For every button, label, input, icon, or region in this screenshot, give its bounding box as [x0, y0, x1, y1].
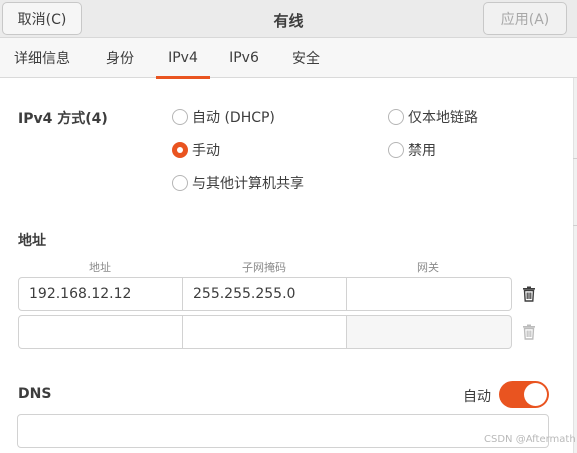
column-header-netmask: 子网掩码	[242, 261, 286, 274]
apply-button[interactable]: 应用(A)	[483, 2, 567, 35]
dns-section-label: DNS	[18, 386, 52, 402]
dns-auto-switch[interactable]	[499, 381, 549, 408]
column-header-address: 地址	[89, 261, 111, 274]
header-bar: 取消(C) 有线 应用(A)	[0, 0, 577, 38]
ipv4-method-label: IPv4 方式(4)	[18, 111, 108, 127]
trash-icon	[523, 286, 535, 302]
address-field[interactable]: 192.168.12.12	[18, 277, 183, 311]
column-header-gateway: 网关	[417, 261, 439, 274]
tab-security[interactable]: 安全	[280, 38, 332, 78]
tab-ipv6[interactable]: IPv6	[218, 38, 270, 78]
edge-divider	[573, 225, 577, 226]
netmask-field[interactable]	[183, 315, 347, 349]
radio-label: 仅本地链路	[408, 110, 478, 126]
radio-indicator	[172, 175, 188, 191]
dns-servers-input[interactable]	[17, 414, 549, 448]
switch-knob	[524, 383, 547, 406]
netmask-field[interactable]: 255.255.255.0	[183, 277, 347, 311]
gateway-field[interactable]	[347, 277, 512, 311]
edge-divider	[573, 158, 577, 159]
gateway-field[interactable]	[347, 315, 512, 349]
radio-indicator	[172, 109, 188, 125]
radio-label: 自动 (DHCP)	[192, 110, 275, 126]
tab-bar: 详细信息 身份 IPv4 IPv6 安全	[0, 38, 577, 79]
background-window-edge	[573, 78, 577, 453]
dns-auto-label: 自动	[463, 389, 491, 405]
trash-icon	[523, 324, 535, 340]
watermark: CSDN @Aftermath	[484, 434, 576, 445]
radio-label: 禁用	[408, 143, 436, 159]
tab-identity[interactable]: 身份	[92, 38, 148, 78]
radio-label: 手动	[192, 143, 220, 159]
radio-disabled[interactable]: 禁用	[388, 139, 436, 161]
radio-shared-to-other-computers[interactable]: 与其他计算机共享	[172, 172, 304, 194]
delete-address-button[interactable]	[514, 277, 544, 311]
radio-link-local-only[interactable]: 仅本地链路	[388, 106, 478, 128]
tab-details[interactable]: 详细信息	[4, 38, 80, 78]
tab-ipv4[interactable]: IPv4	[156, 38, 210, 79]
radio-indicator	[388, 142, 404, 158]
address-field[interactable]	[18, 315, 183, 349]
radio-automatic-dhcp[interactable]: 自动 (DHCP)	[172, 106, 275, 128]
radio-indicator	[388, 109, 404, 125]
network-settings-dialog: 取消(C) 有线 应用(A) 详细信息 身份 IPv4 IPv6 安全 IPv4…	[0, 0, 577, 453]
radio-indicator	[172, 142, 188, 158]
delete-address-button[interactable]	[514, 315, 544, 349]
radio-label: 与其他计算机共享	[192, 176, 304, 192]
addresses-section-label: 地址	[18, 233, 46, 249]
radio-manual[interactable]: 手动	[172, 139, 220, 161]
address-row: 192.168.12.12 255.255.255.0	[18, 277, 547, 311]
address-row	[18, 315, 547, 349]
